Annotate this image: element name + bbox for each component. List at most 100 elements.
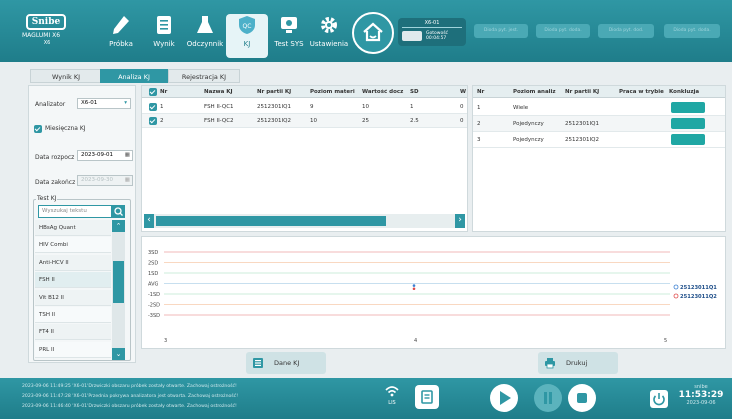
nav-probka[interactable]: Próbka <box>100 14 142 58</box>
column-header[interactable]: Nr <box>160 89 202 95</box>
column-header[interactable]: Nr partii KJ <box>565 89 617 95</box>
test-list-item[interactable]: PRL II <box>35 341 111 358</box>
nav-label: Test SYS <box>274 40 304 48</box>
pause-button[interactable] <box>533 383 563 413</box>
tab-rejestracja-kj[interactable]: Rejestracja KJ <box>168 69 240 83</box>
column-header[interactable]: Praca w trybie <box>619 89 667 95</box>
analyzer-icon <box>402 31 422 41</box>
log-line[interactable]: 2023-09-06 11:49:25 'X6-01'Drzwiczki obs… <box>22 384 237 389</box>
dane-kj-label: Dane KJ <box>274 359 300 367</box>
log-button[interactable] <box>415 385 439 409</box>
table-row[interactable]: 1 FSH II-QC1 2512301IQ1 9 10 1 0 <box>142 100 467 114</box>
nav-kj[interactable]: QC KJ <box>226 14 268 58</box>
search-button[interactable] <box>112 205 125 218</box>
instrument-slot[interactable]: Dioda pyt. jest. <box>474 24 528 38</box>
svg-text:QC: QC <box>243 23 252 30</box>
column-header[interactable]: Nazwa KJ <box>204 89 255 95</box>
scroll-down-icon[interactable]: ⌄ <box>112 348 125 360</box>
dane-kj-button[interactable]: Dane KJ <box>246 352 326 374</box>
table-cell: 2512301IQ1 <box>257 104 291 110</box>
test-list-item[interactable]: Anti-HCV II <box>35 254 111 271</box>
konkluzja-button[interactable] <box>671 118 705 129</box>
column-header[interactable]: Nr partii KJ <box>257 89 308 95</box>
home-icon <box>362 22 384 44</box>
qc-shield-icon: QC <box>237 14 257 36</box>
top-bar: Snibe MAGLUMI X6 X6 Próbka Wynik Odczynn… <box>0 0 732 62</box>
data-point[interactable] <box>412 287 416 291</box>
end-date-field[interactable]: 2023-09-30 ▦ <box>77 175 133 186</box>
scroll-up-icon[interactable]: ⌃ <box>112 220 125 232</box>
instrument-slot[interactable]: Dioda pyt. doda. <box>664 24 720 38</box>
nav-wynik[interactable]: Wynik <box>143 14 185 58</box>
start-date-field[interactable]: 2023-09-01 ▦ <box>77 150 133 161</box>
table-cell: 3 <box>477 137 481 143</box>
column-header[interactable]: Poziom materi <box>310 89 360 95</box>
legend-label: 25123011Q2 <box>680 294 717 300</box>
test-list-scrollbar[interactable]: ⌃ ⌄ <box>112 220 125 360</box>
scroll-left-icon[interactable]: ‹ <box>144 214 154 228</box>
test-list-item[interactable]: Vit B12 II <box>35 289 111 306</box>
konkluzja-button[interactable] <box>671 102 705 113</box>
monthly-qc-checkbox[interactable]: Miesięczna KJ <box>34 125 86 135</box>
table-row[interactable]: 2 FSH II-QC2 2512301IQ2 10 25 2.5 0 <box>142 114 467 128</box>
home-button[interactable] <box>352 12 394 54</box>
start-date-value: 2023-09-01 <box>81 152 113 158</box>
test-list-item[interactable]: HIV Combi <box>35 237 111 254</box>
lis-label: LIS <box>388 400 396 406</box>
test-search-input[interactable]: Wyszukaj tekstu <box>38 205 112 218</box>
drukuj-button[interactable]: Drukuj <box>538 352 618 374</box>
x-tick-label: 3 <box>164 338 167 344</box>
power-button[interactable] <box>650 390 668 408</box>
instrument-slot[interactable]: Dioda pyt. doda. <box>536 24 590 38</box>
scrollbar-thumb[interactable] <box>113 261 124 303</box>
table-cell: FSH II-QC1 <box>204 104 234 110</box>
table-row[interactable]: 1 Wiele <box>473 100 725 116</box>
column-header[interactable]: Wartość docz <box>362 89 408 95</box>
select-all-checkbox[interactable] <box>149 88 157 96</box>
nav-test-sys[interactable]: Test SYS <box>268 14 310 58</box>
logo: Snibe MAGLUMI X6 X6 <box>22 14 72 52</box>
nav-ustawienia[interactable]: Ustawienia <box>308 14 350 58</box>
tab-analiza-kj[interactable]: Analiza KJ <box>100 69 168 83</box>
lis-status[interactable]: LIS <box>380 384 404 406</box>
stop-button[interactable] <box>567 383 597 413</box>
column-header[interactable]: Poziom analiz <box>513 89 563 95</box>
table-cell: 25 <box>362 118 369 124</box>
nav-odczynnik[interactable]: Odczynnik <box>184 14 226 58</box>
column-header[interactable]: Konkluzja <box>669 89 723 95</box>
logo-sub: X6 <box>43 40 51 46</box>
column-header[interactable]: Wa <box>460 89 466 95</box>
levey-jennings-chart: 3SD 2SD 1SD AVG -1SD -2SD -3SD 3 4 5 25123011Q1 251… <box>141 236 726 349</box>
row-checkbox[interactable] <box>149 103 157 111</box>
legend-marker <box>673 293 679 299</box>
analyzer-select[interactable]: X6-01 ▾ <box>77 98 131 109</box>
pencil-icon <box>111 14 131 36</box>
row-checkbox[interactable] <box>149 117 157 125</box>
table-cell: 2 <box>477 121 481 127</box>
instrument-status[interactable]: X6-01 Gotowość 00:04:57 <box>398 18 466 46</box>
horizontal-scrollbar[interactable]: ‹ › <box>144 214 465 228</box>
calendar-icon: ▦ <box>124 152 130 158</box>
drukuj-label: Drukuj <box>566 359 588 367</box>
scroll-right-icon[interactable]: › <box>455 214 465 228</box>
data-point[interactable] <box>412 284 416 287</box>
instrument-slot[interactable]: Dioda pyt. dod. <box>598 24 654 38</box>
table-row[interactable]: 3 Pojedynczy 2512301IQ2 <box>473 132 725 148</box>
tab-wynik-kj[interactable]: Wynik KJ <box>30 69 102 83</box>
test-list-item[interactable]: FT4 II <box>35 324 111 341</box>
column-header[interactable]: Nr <box>477 89 511 95</box>
scrollbar-thumb[interactable] <box>156 216 386 226</box>
log-line[interactable]: 2023-09-06 11:46:40 'X6-01'Drzwiczki obs… <box>22 404 237 409</box>
test-list-item[interactable]: HBsAg Quant <box>35 220 111 236</box>
test-list-item[interactable]: FSH II <box>35 272 111 289</box>
legend-label: 25123011Q1 <box>680 285 717 291</box>
test-list-item[interactable]: TSH II <box>35 307 111 323</box>
y-tick-label: -3SD <box>148 313 160 319</box>
column-header[interactable]: SD <box>410 89 458 95</box>
search-icon <box>114 207 123 216</box>
konkluzja-button[interactable] <box>671 134 705 145</box>
start-button[interactable] <box>489 383 519 413</box>
table-row[interactable]: 2 Pojedynczy 2512301IQ1 <box>473 116 725 132</box>
log-line[interactable]: 2023-09-06 11:47:28 'X6-01'Przednia pokr… <box>22 394 238 399</box>
instrument-name: X6-01 <box>424 20 440 26</box>
